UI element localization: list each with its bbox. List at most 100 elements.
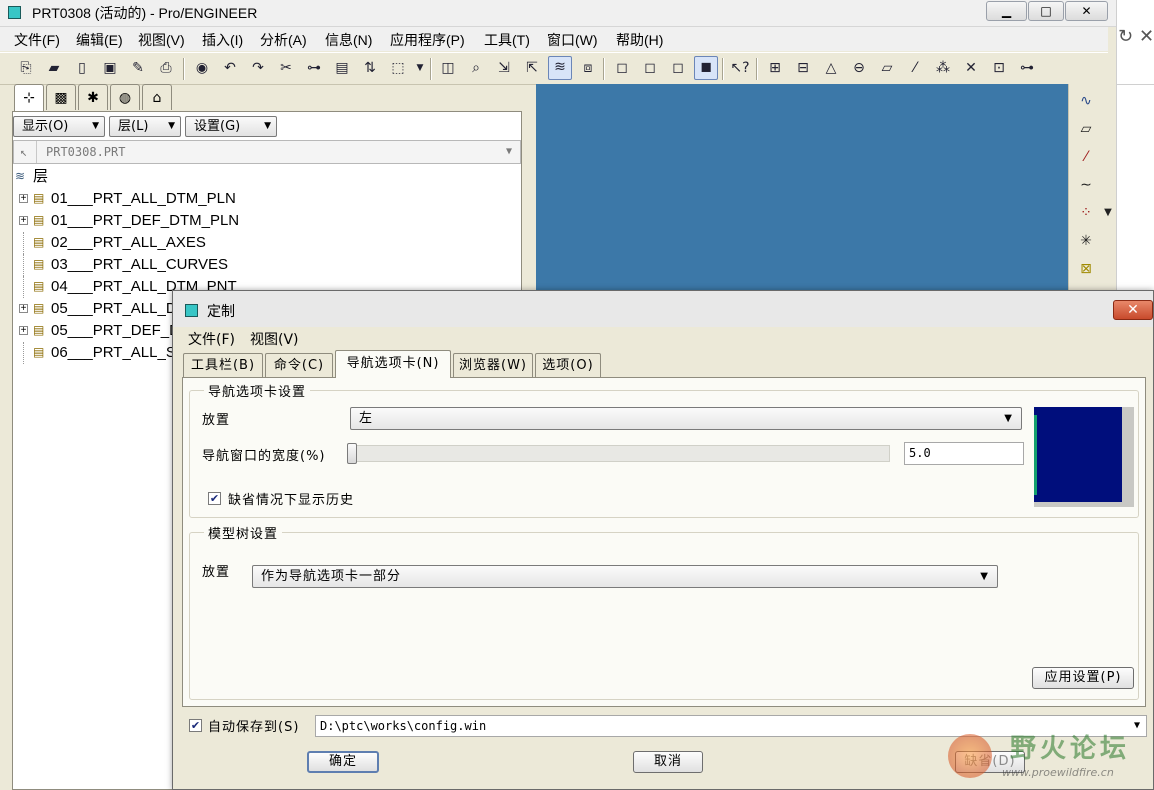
dialog-menu-view[interactable]: 视图(V) bbox=[250, 329, 299, 349]
datum-plane-display-icon[interactable]: ⊟ bbox=[793, 58, 813, 78]
close-button[interactable]: ✕ bbox=[1065, 1, 1108, 21]
menu-window[interactable]: 窗口(W) bbox=[547, 30, 598, 50]
autosave-checkbox[interactable]: ✔ bbox=[189, 719, 202, 732]
layer-icon: ▤ bbox=[33, 213, 45, 227]
color-appearance-icon[interactable]: ◉ bbox=[192, 58, 212, 78]
datum-point-tool-icon[interactable]: ⁂ bbox=[933, 58, 953, 78]
show-history-checkbox[interactable]: ✔ bbox=[208, 492, 221, 505]
cut-icon[interactable]: ✂ bbox=[276, 58, 296, 78]
tab-commands[interactable]: 命令(C) bbox=[265, 353, 333, 377]
tab-model-tree[interactable]: ⊹ bbox=[14, 84, 44, 112]
chevron-down-icon[interactable]: ▼ bbox=[410, 58, 430, 78]
tab-folder-browser[interactable]: ▩ bbox=[46, 84, 76, 110]
expand-plus-icon[interactable]: + bbox=[19, 216, 28, 226]
menu-info[interactable]: 信息(N) bbox=[325, 30, 372, 50]
new-document-icon[interactable]: ▯ bbox=[72, 58, 92, 78]
defaults-button[interactable]: 缺省(D) bbox=[955, 751, 1025, 773]
context-help-icon[interactable]: ↖? bbox=[730, 58, 750, 78]
close-browser-icon[interactable]: ✕ bbox=[1139, 26, 1154, 47]
maximize-button[interactable]: □ bbox=[1028, 1, 1064, 21]
print-icon[interactable]: ⎙ bbox=[156, 58, 176, 78]
expand-plus-icon[interactable]: + bbox=[19, 194, 28, 204]
autosave-path-combo[interactable]: D:\ptc\works\config.win ▼ bbox=[315, 715, 1147, 737]
hidden-line-icon[interactable]: ◻ bbox=[640, 58, 660, 78]
open-folder-icon[interactable]: ▰ bbox=[44, 58, 64, 78]
menu-tools[interactable]: 工具(T) bbox=[484, 30, 530, 50]
nav-width-slider-thumb[interactable] bbox=[347, 443, 357, 464]
menu-applications[interactable]: 应用程序(P) bbox=[390, 30, 465, 50]
nav-placement-label: 放置 bbox=[202, 413, 231, 428]
analysis-feature-icon[interactable]: ⊠ bbox=[1075, 258, 1097, 280]
tree-placement-select[interactable]: 作为导航选项卡一部分 ▼ bbox=[252, 565, 998, 588]
tab-options[interactable]: 选项(O) bbox=[535, 353, 601, 377]
zoom-in-icon[interactable]: ⌕ bbox=[466, 58, 486, 78]
layer-tree-icon[interactable]: ≋ bbox=[548, 56, 572, 80]
redo-icon[interactable]: ↷ bbox=[248, 58, 268, 78]
datum-axis-icon[interactable]: ⁄ bbox=[1075, 146, 1097, 168]
view-manager-icon[interactable]: ⧈ bbox=[578, 58, 598, 78]
nav-tab-settings-title: 导航选项卡设置 bbox=[204, 381, 311, 400]
show-dropdown-button[interactable]: 显示(O) ▼ bbox=[13, 116, 105, 137]
datum-curve-icon[interactable]: ⊶ bbox=[1017, 58, 1037, 78]
shading-icon[interactable]: ◼ bbox=[694, 56, 718, 80]
tab-navigator[interactable]: 导航选项卡(N) bbox=[335, 350, 451, 378]
expand-plus-icon[interactable]: + bbox=[19, 326, 28, 336]
minimize-button[interactable]: ▁ bbox=[986, 1, 1027, 21]
sketch-icon[interactable]: ⊡ bbox=[989, 58, 1009, 78]
tree-connector-line bbox=[23, 254, 25, 276]
no-hidden-icon[interactable]: ◻ bbox=[668, 58, 688, 78]
tab-history[interactable]: ⌂ bbox=[142, 84, 172, 110]
paste-icon[interactable]: ▤ bbox=[332, 58, 352, 78]
tab-browser[interactable]: 浏览器(W) bbox=[453, 353, 533, 377]
zoom-out-icon[interactable]: ⇲ bbox=[494, 58, 514, 78]
ok-button[interactable]: 确定 bbox=[307, 751, 379, 773]
tab-connections[interactable]: ◍ bbox=[110, 84, 140, 110]
history-icon: ⌂ bbox=[152, 90, 162, 106]
menu-view[interactable]: 视图(V) bbox=[138, 30, 185, 50]
datum-csys-icon[interactable]: ✕ bbox=[961, 58, 981, 78]
datum-point-icon[interactable]: ⁘ bbox=[1075, 202, 1097, 224]
coordinate-system-icon[interactable]: ✳ bbox=[1075, 230, 1097, 252]
cancel-button[interactable]: 取消 bbox=[633, 751, 703, 773]
datum-point-display-icon[interactable]: ⊖ bbox=[849, 58, 869, 78]
tab-favorites[interactable]: ✱ bbox=[78, 84, 108, 110]
nav-width-slider-track[interactable] bbox=[348, 445, 890, 462]
layer-icon: ▤ bbox=[33, 345, 45, 359]
refresh-icon[interactable]: ↻ bbox=[1118, 26, 1133, 47]
datum-plane-icon[interactable]: ▱ bbox=[1075, 118, 1097, 140]
expand-plus-icon[interactable]: + bbox=[19, 304, 28, 314]
sketch-curve-icon[interactable]: ∿ bbox=[1075, 90, 1097, 112]
repaint-icon[interactable]: ◫ bbox=[438, 58, 458, 78]
model-tree-settings-group: 模型树设置 放置 作为导航选项卡一部分 ▼ 应用设置(P) bbox=[189, 523, 1139, 700]
dialog-close-button[interactable]: ✕ bbox=[1113, 300, 1153, 320]
rename-icon[interactable]: ✎ bbox=[128, 58, 148, 78]
datum-axis-tool-icon[interactable]: ⁄ bbox=[905, 58, 925, 78]
menu-help[interactable]: 帮助(H) bbox=[616, 30, 663, 50]
copy-icon[interactable]: ⊶ bbox=[304, 58, 324, 78]
toolbar-separator bbox=[603, 58, 605, 80]
layer-icon: ▤ bbox=[33, 191, 45, 205]
menu-edit[interactable]: 编辑(E) bbox=[76, 30, 123, 50]
dialog-menu-file[interactable]: 文件(F) bbox=[188, 329, 235, 349]
settings-dropdown-button[interactable]: 设置(G) ▼ bbox=[185, 116, 277, 137]
menu-analysis[interactable]: 分析(A) bbox=[260, 30, 307, 50]
datum-plane-tool-icon[interactable]: ▱ bbox=[877, 58, 897, 78]
tab-toolbars[interactable]: 工具栏(B) bbox=[183, 353, 263, 377]
annotation-icon[interactable]: ⊞ bbox=[765, 58, 785, 78]
new-icon[interactable]: ⎘ bbox=[16, 58, 36, 78]
save-icon[interactable]: ▣ bbox=[100, 58, 120, 78]
selection-box-icon[interactable]: ⬚ bbox=[388, 58, 408, 78]
nav-placement-select[interactable]: 左 ▼ bbox=[350, 407, 1022, 430]
menu-insert[interactable]: 插入(I) bbox=[202, 30, 243, 50]
pointer-arrow-icon: ↖ bbox=[20, 145, 28, 159]
apply-settings-button[interactable]: 应用设置(P) bbox=[1032, 667, 1134, 689]
undo-icon[interactable]: ↶ bbox=[220, 58, 240, 78]
paste-special-icon[interactable]: ⇅ bbox=[360, 58, 380, 78]
nav-width-input[interactable]: 5.0 bbox=[904, 442, 1024, 465]
refit-icon[interactable]: ⇱ bbox=[522, 58, 542, 78]
datum-curve-icon[interactable]: ∼ bbox=[1075, 174, 1097, 196]
datum-axis-display-icon[interactable]: △ bbox=[821, 58, 841, 78]
layer-dropdown-button[interactable]: 层(L) ▼ bbox=[109, 116, 181, 137]
menu-file[interactable]: 文件(F) bbox=[14, 30, 60, 50]
wireframe-icon[interactable]: ◻ bbox=[612, 58, 632, 78]
